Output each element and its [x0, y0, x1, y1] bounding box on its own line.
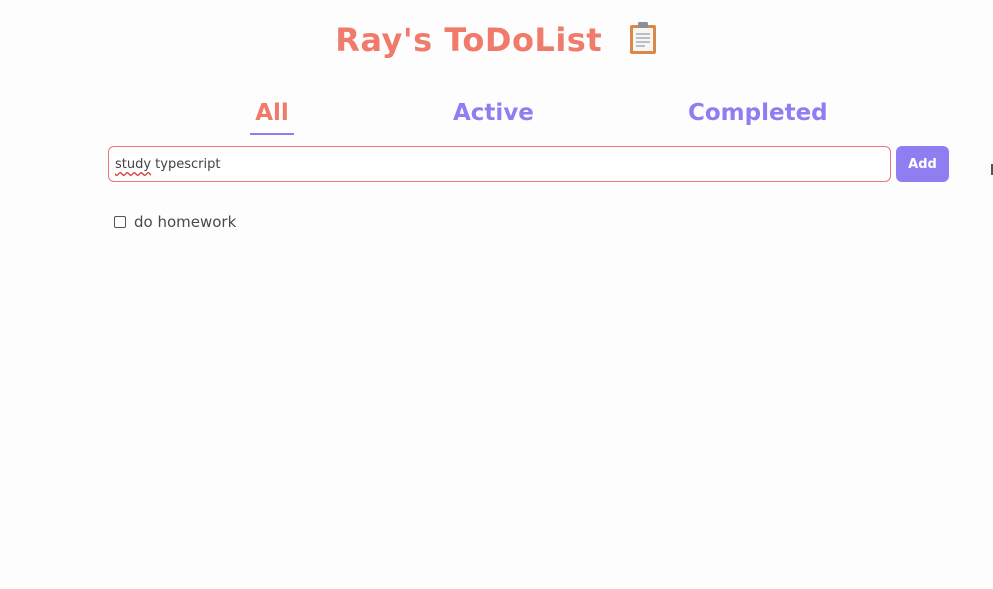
filter-tabs: All Active Completed: [0, 96, 993, 136]
app-title-text: Ray's ToDoList: [335, 21, 603, 59]
clipboard-icon: [628, 21, 658, 55]
list-item: do homework: [114, 211, 236, 233]
tab-completed[interactable]: Completed: [688, 96, 828, 130]
todo-app: Ray's ToDoList All Active Completed stud…: [0, 0, 993, 589]
add-button[interactable]: Add: [896, 146, 949, 182]
todo-input[interactable]: [108, 146, 891, 182]
tab-all[interactable]: All: [250, 96, 294, 135]
app-title: Ray's ToDoList: [0, 18, 993, 60]
tab-active[interactable]: Active: [453, 96, 534, 130]
todo-label: do homework: [134, 213, 237, 231]
todo-checkbox[interactable]: [114, 216, 126, 228]
todo-list: do homework: [114, 211, 236, 233]
